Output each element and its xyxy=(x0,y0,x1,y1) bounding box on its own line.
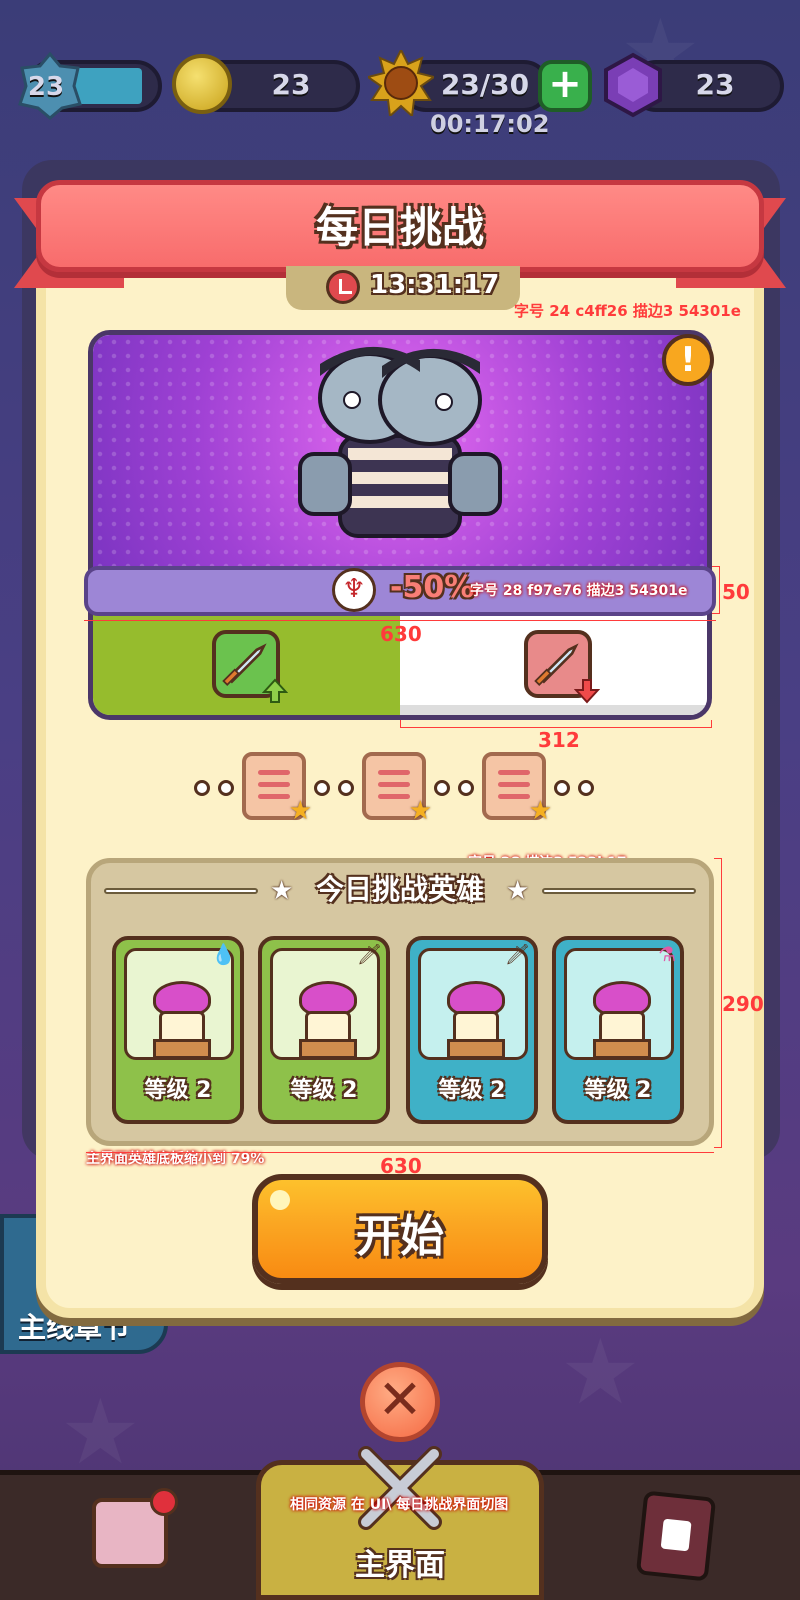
progress-dot xyxy=(578,780,594,796)
close-button[interactable]: ✕ xyxy=(360,1362,440,1442)
dim-panel-height xyxy=(714,858,722,1148)
dim-panel-width xyxy=(86,1152,714,1153)
arrow-down-icon xyxy=(574,679,600,704)
start-button[interactable]: 开始 xyxy=(252,1174,548,1284)
progress-dot xyxy=(338,780,354,796)
annotation-ribbon-font: 字号 24 c4ff26 描边3 54301e xyxy=(514,302,741,320)
hero-card-1[interactable]: 💧 等级 2 xyxy=(112,936,244,1124)
annotation-resource: 相同资源 在 UI\ 每日挑战界面切图 xyxy=(290,1497,509,1513)
reward-scroll-3[interactable]: ★ xyxy=(482,752,552,826)
sword-icon: 🗡 xyxy=(504,942,530,966)
main-nav-label: 主界面 xyxy=(355,1548,445,1583)
hero-level: 等级 2 xyxy=(584,1078,652,1103)
reward-scroll-1[interactable]: ★ xyxy=(242,752,312,826)
player-level: 23 xyxy=(27,72,65,102)
annotation-pct-font: 字号 28 f97e76 描边3 54301e xyxy=(470,583,688,599)
dim-bar-height xyxy=(712,566,720,614)
annotation-panel-scale: 主界面英雄底板缩小到 79% xyxy=(86,1151,265,1167)
progress-dot xyxy=(314,780,330,796)
add-energy-button[interactable]: + xyxy=(538,60,592,112)
star-icon: ★ xyxy=(408,796,432,826)
annotation-bar-height: 50 xyxy=(722,580,750,604)
coin-count: 23 xyxy=(271,68,311,101)
plant-pot-icon xyxy=(660,1518,692,1552)
boss-debuff-percent: -50% xyxy=(390,570,475,605)
progress-dot xyxy=(458,780,474,796)
crossed-swords-icon xyxy=(358,1446,442,1530)
plant-card-nav-button[interactable] xyxy=(635,1490,717,1582)
energy-timer: 00:17:02 xyxy=(430,110,550,138)
title-divider-right xyxy=(542,888,696,894)
hero-level: 等级 2 xyxy=(438,1078,506,1103)
hero-card-2[interactable]: 🗡 等级 2 xyxy=(258,936,390,1124)
progress-dot xyxy=(434,780,450,796)
notification-dot xyxy=(150,1488,178,1516)
title-divider-left xyxy=(104,888,258,894)
sun-energy-icon xyxy=(368,50,434,116)
dim-half-width xyxy=(400,720,712,728)
reward-scroll-2[interactable]: ★ xyxy=(362,752,432,826)
start-label: 开始 xyxy=(356,1211,444,1262)
close-icon: ✕ xyxy=(377,1368,423,1431)
clock-icon xyxy=(326,270,360,304)
heroes-title: 今日挑战英雄 xyxy=(315,873,484,906)
countdown-timer: 13:31:17 xyxy=(370,270,500,300)
leaf-coin-icon xyxy=(172,54,232,114)
annotation-bar-width: 630 xyxy=(380,622,422,646)
hero-card-4[interactable]: ⚗ 等级 2 xyxy=(552,936,684,1124)
star-icon: ★ xyxy=(288,796,312,826)
bat-wing-icon: ♆ xyxy=(332,568,376,612)
progress-dot xyxy=(218,780,234,796)
hero-level: 等级 2 xyxy=(290,1078,358,1103)
dialog-title: 每日挑战 xyxy=(315,203,484,252)
energy-count: 23/30 xyxy=(440,68,530,101)
info-alert-button[interactable]: ! xyxy=(662,334,714,386)
bg-star-icon: ★ xyxy=(560,1320,641,1425)
annotation-panel-height: 290 xyxy=(722,992,764,1016)
annotation-half-width: 312 xyxy=(538,728,580,752)
debuff-attack-down-skill[interactable] xyxy=(524,630,600,704)
hero-card-3[interactable]: 🗡 等级 2 xyxy=(406,936,538,1124)
progress-dot xyxy=(194,780,210,796)
potion-flask-icon: ⚗ xyxy=(658,942,676,966)
water-drop-icon: 💧 xyxy=(211,942,236,966)
buff-attack-up-skill[interactable] xyxy=(212,630,288,703)
arrow-up-icon xyxy=(262,678,288,703)
purple-gem-icon xyxy=(604,52,662,118)
star-icon: ★ xyxy=(528,796,552,826)
sword-icon: 🗡 xyxy=(356,942,382,966)
progress-dot xyxy=(554,780,570,796)
gem-count: 23 xyxy=(695,68,735,101)
dim-bar-width xyxy=(84,620,716,621)
zombie-boss-icon xyxy=(298,346,502,538)
hero-level: 等级 2 xyxy=(144,1078,212,1103)
